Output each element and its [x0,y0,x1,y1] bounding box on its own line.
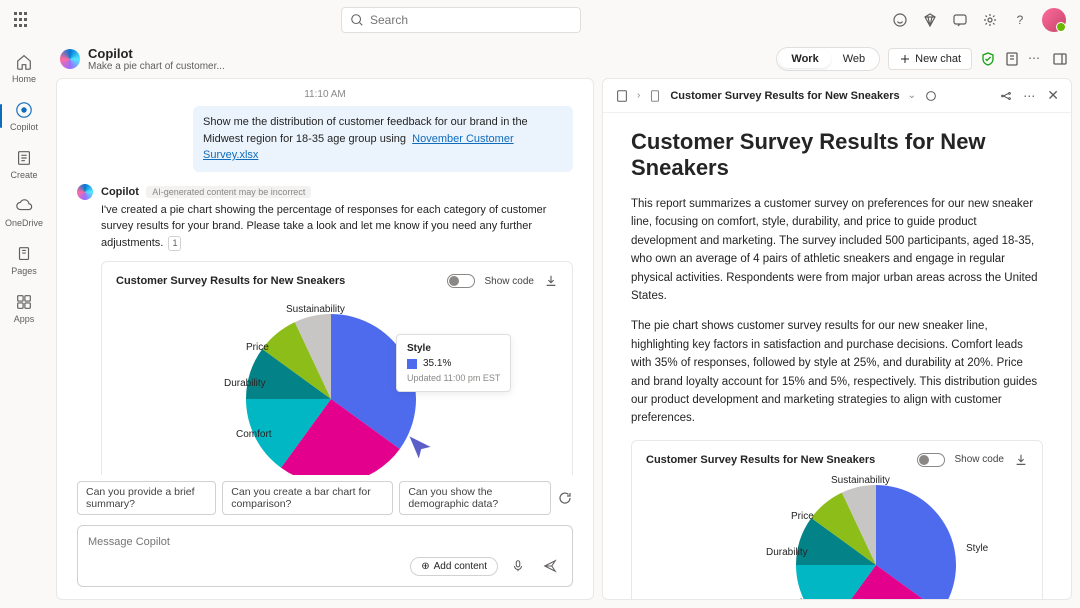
doc-paragraph-1: This report summarizes a customer survey… [631,195,1043,305]
tab-web[interactable]: Web [831,50,877,68]
copilot-icon [14,100,34,120]
share-icon[interactable] [999,89,1013,103]
rail-copilot[interactable]: Copilot [4,96,44,136]
more-icon[interactable]: ⋯ [1028,51,1044,67]
global-search[interactable] [341,7,581,33]
show-code-label: Show code [485,276,534,287]
settings-icon[interactable] [982,12,998,28]
rail-create[interactable]: Create [4,144,44,184]
cursor-icon [406,434,434,462]
chevron-down-icon[interactable]: ⌄ [908,90,916,101]
user-message: Show me the distribution of customer fee… [193,106,573,172]
label-durability: Durability [224,378,266,389]
emoji-icon[interactable] [892,12,908,28]
message-input-container: ⊕Add content [77,525,573,587]
citation-badge[interactable]: 1 [168,236,181,252]
app-subtitle: Make a pie chart of customer... [88,61,225,72]
suggestion-2[interactable]: Can you create a bar chart for compariso… [222,481,393,515]
rail-onedrive[interactable]: OneDrive [4,192,44,232]
copilot-avatar [77,184,93,200]
panel-icon[interactable] [1052,51,1068,67]
chat-icon[interactable] [952,12,968,28]
close-panel-icon[interactable]: ✕ [1047,87,1059,104]
doc-show-code-label: Show code [955,454,1004,465]
apps-icon [14,292,34,312]
doc-download-icon[interactable] [1014,453,1028,467]
page-icon [648,89,662,103]
work-web-toggle: Work Web [776,47,880,71]
pages-icon [14,244,34,264]
rail-apps[interactable]: Apps [4,288,44,328]
book-icon[interactable] [1004,51,1020,67]
help-icon[interactable]: ? [1012,12,1028,28]
chart-tooltip: Style 35.1% Updated 11:00 pm EST [396,334,511,392]
suggestion-1[interactable]: Can you provide a brief summary? [77,481,216,515]
app-launcher-icon[interactable] [14,12,30,28]
show-code-toggle[interactable] [447,274,475,288]
tab-work[interactable]: Work [779,50,830,68]
doc-heading: Customer Survey Results for New Sneakers [631,129,1043,181]
rail-home[interactable]: Home [4,48,44,88]
notebook-icon[interactable] [615,89,629,103]
search-input[interactable] [364,13,572,27]
search-icon [350,13,364,27]
add-content-button[interactable]: ⊕Add content [410,557,498,576]
label-comfort: Comfort [236,429,272,440]
user-avatar[interactable] [1042,8,1066,32]
download-icon[interactable] [544,274,558,288]
send-icon[interactable] [538,554,562,578]
ai-name: Copilot [101,186,139,198]
message-input[interactable] [88,536,562,548]
shield-icon[interactable] [980,51,996,67]
doc-chart-card: Customer Survey Results for New Sneakers… [631,440,1043,599]
cloud-icon [14,196,34,216]
home-icon [14,52,34,72]
breadcrumb-title[interactable]: Customer Survey Results for New Sneakers [670,90,899,102]
doc-more-icon[interactable]: ⋯ [1023,89,1037,103]
label-price: Price [246,342,269,353]
pie-chart: Sustainability Price Durability Comfort … [116,294,558,475]
sync-icon[interactable] [924,89,938,103]
new-chat-button[interactable]: New chat [888,48,972,70]
copilot-logo [60,49,80,69]
doc-pie-chart: Sustainability Price Durability Comfort … [646,473,1028,599]
mic-icon[interactable] [506,554,530,578]
chart-title: Customer Survey Results for New Sneakers [116,275,345,287]
rail-pages[interactable]: Pages [4,240,44,280]
doc-show-code-toggle[interactable] [917,453,945,467]
diamond-icon[interactable] [922,12,938,28]
ai-response: I've created a pie chart showing the per… [101,202,573,252]
breadcrumb-chevron: › [637,90,640,101]
refresh-suggestions-icon[interactable] [557,490,573,506]
label-sustainability: Sustainability [286,304,345,315]
doc-paragraph-2: The pie chart shows customer survey resu… [631,317,1043,427]
suggestion-3[interactable]: Can you show the demographic data? [399,481,551,515]
doc-chart-title: Customer Survey Results for New Sneakers [646,454,875,466]
app-title: Copilot [88,46,225,61]
chart-card: Customer Survey Results for New Sneakers… [101,261,573,475]
timestamp: 11:10 AM [77,89,573,100]
ai-disclaimer: AI-generated content may be incorrect [146,186,311,198]
create-icon [14,148,34,168]
